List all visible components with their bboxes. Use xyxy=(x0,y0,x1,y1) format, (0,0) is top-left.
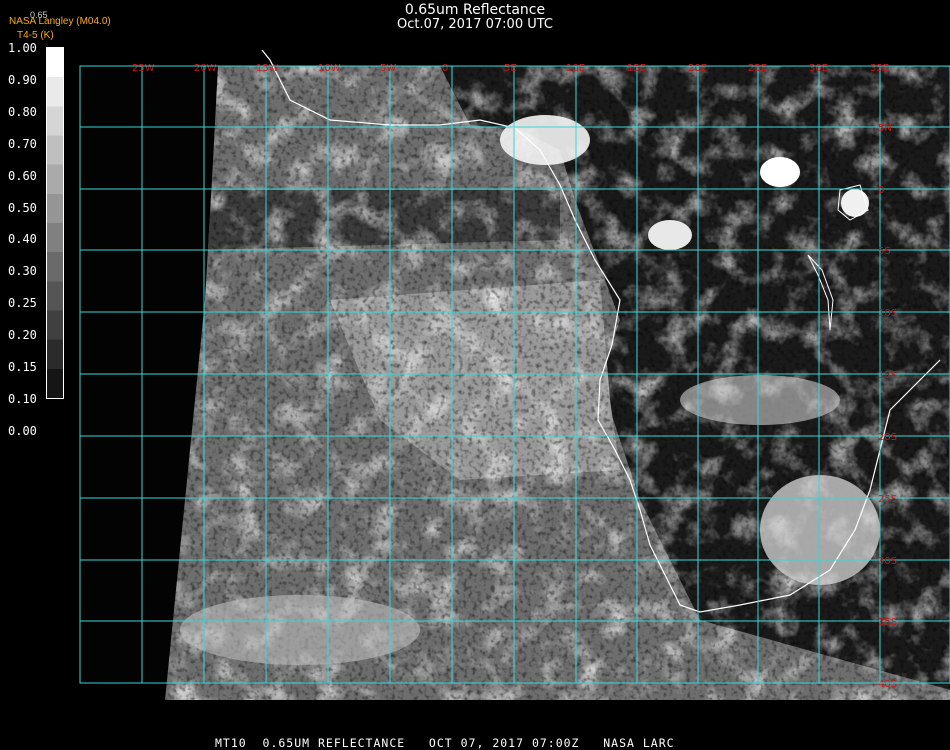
longitude-label: 5W xyxy=(380,63,396,74)
latitude-label: 0 xyxy=(878,185,884,196)
longitude-label: 25W xyxy=(132,63,155,74)
longitude-label: 0 xyxy=(442,63,448,74)
longitude-label: 10E xyxy=(566,63,585,74)
longitude-label: 15E xyxy=(627,63,646,74)
longitude-label: 25E xyxy=(748,63,767,74)
satellite-map[interactable]: 25W 20W 15W 10W 5W 0 5E 10E 15E 20E 25E 30E 35E 5N 0 5S… xyxy=(0,0,950,750)
latitude-label: 5N xyxy=(878,123,892,134)
longitude-label: 5E xyxy=(504,63,517,74)
latitude-label: 20S xyxy=(878,432,897,443)
latitude-label: 35S xyxy=(878,617,897,628)
longitude-label: 35E xyxy=(870,63,889,74)
longitude-label: 15W xyxy=(256,63,279,74)
latitude-label: 30S xyxy=(878,556,897,567)
daylight-region xyxy=(165,66,950,700)
latitude-label: 40S xyxy=(878,679,897,690)
longitude-label: 10W xyxy=(318,63,341,74)
latitude-label: 5S xyxy=(878,246,891,257)
latitude-label: 10S xyxy=(878,308,897,319)
longitude-label: 30E xyxy=(809,63,828,74)
latitude-label: 15S xyxy=(878,370,897,381)
latitude-label: 25S xyxy=(878,494,897,505)
footer-caption: MT10 0.65UM REFLECTANCE OCT 07, 2017 07:… xyxy=(215,736,675,750)
longitude-label: 20W xyxy=(194,63,217,74)
longitude-label: 20E xyxy=(688,63,707,74)
